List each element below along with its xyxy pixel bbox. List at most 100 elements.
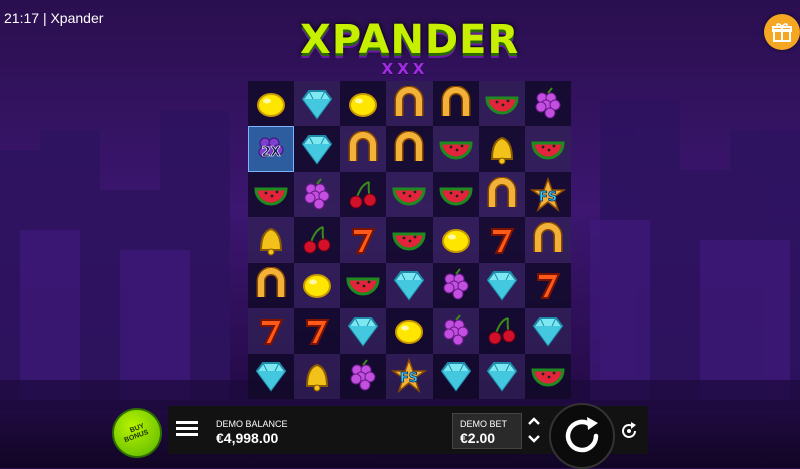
diamond-symbol-icon (486, 271, 518, 302)
watermelon-symbol-icon (485, 96, 519, 115)
autoplay-button[interactable] (616, 418, 642, 444)
reel-grid: 2X FS FS (248, 81, 571, 399)
reel-cell (294, 262, 341, 309)
bet-decrease-button[interactable] (528, 435, 540, 443)
reel-cell (248, 171, 295, 218)
reel-cell (294, 308, 341, 354)
reel-cell (340, 126, 387, 172)
grapes-symbol-icon (350, 359, 376, 391)
grapes-2x-symbol-icon: 2X (258, 137, 284, 160)
svg-text:FS: FS (400, 371, 418, 386)
cherry-symbol-icon (488, 316, 516, 345)
reel-cell (386, 81, 433, 127)
lemon-symbol-icon (349, 92, 378, 117)
menu-button[interactable] (176, 418, 198, 440)
game-title: Xpander (50, 10, 104, 26)
reel-cell (524, 81, 571, 127)
grapes-symbol-icon (535, 87, 561, 119)
diamond-symbol-icon (440, 362, 471, 392)
diamond-symbol-icon (301, 89, 333, 120)
svg-text:FS: FS (539, 190, 557, 205)
lemon-symbol-icon (395, 319, 424, 344)
reel-cell (478, 308, 525, 354)
watermelon-symbol-icon (346, 277, 380, 296)
reel-cell (432, 81, 479, 127)
diamond-symbol-icon (301, 135, 333, 165)
reel-cell (432, 262, 479, 309)
reel-cell (248, 308, 295, 354)
seven-symbol-icon (536, 273, 561, 300)
bell-symbol-icon (260, 227, 283, 256)
reel-cell (432, 308, 479, 354)
reel-cell (478, 353, 525, 399)
reel-cell (432, 171, 479, 218)
reel-cell (432, 353, 479, 399)
reel-cell (386, 217, 433, 263)
gift-button[interactable] (764, 14, 800, 50)
reel-cell (340, 308, 387, 354)
gift-icon (772, 23, 792, 42)
reel-cell (248, 353, 295, 399)
reel-cell (524, 126, 571, 172)
reel-cell (340, 217, 387, 263)
horseshoe-symbol-icon (533, 221, 563, 252)
logo-sub: XXX (381, 60, 429, 78)
horseshoe-symbol-icon (256, 267, 286, 298)
spin-icon (565, 417, 599, 453)
reel-cell (340, 81, 387, 127)
reel-cell (386, 171, 433, 218)
reel-cell (524, 308, 571, 354)
reel-cell (294, 217, 341, 263)
reel-cell: FS (386, 353, 433, 399)
reel-cell (524, 217, 571, 263)
reel-cell (294, 171, 341, 218)
chevron-up-icon (528, 417, 540, 425)
cherry-symbol-icon (349, 180, 377, 209)
lemon-symbol-icon (441, 228, 470, 253)
watermelon-symbol-icon (254, 187, 288, 205)
reel-cell (294, 353, 341, 399)
separator: | (42, 10, 47, 26)
reel-cell (386, 308, 433, 354)
reel-cell (294, 126, 341, 172)
bonus-label: BONUS (123, 428, 150, 445)
horseshoe-symbol-icon (394, 131, 424, 162)
bet-adjust (528, 417, 540, 443)
fs-scatter-symbol-icon: FS (391, 358, 428, 394)
horseshoe-symbol-icon (487, 176, 517, 207)
reel-cell (248, 81, 295, 127)
balance-label: DEMO BALANCE (216, 419, 288, 429)
clock-time: 21:17 (4, 10, 40, 26)
menu-icon (176, 421, 198, 436)
watermelon-symbol-icon (439, 141, 473, 160)
lemon-symbol-icon (303, 274, 332, 299)
bell-symbol-icon (490, 137, 513, 165)
spin-button[interactable] (549, 403, 615, 469)
grapes-symbol-icon (304, 177, 330, 210)
diamond-symbol-icon (486, 362, 518, 392)
buy-bonus-button[interactable]: BUY BONUS (112, 408, 162, 458)
seven-symbol-icon (352, 227, 376, 254)
watermelon-symbol-icon (392, 187, 426, 205)
seven-symbol-icon (490, 227, 515, 254)
game-logo: XPANDER XXX (300, 18, 518, 78)
reel-cell (478, 217, 525, 263)
diamond-symbol-icon (532, 316, 564, 347)
reel-cell (340, 262, 387, 309)
fs-scatter-symbol-icon: FS (529, 176, 566, 212)
lemon-symbol-icon (257, 92, 286, 117)
reel-cell (386, 262, 433, 309)
bell-symbol-icon (306, 364, 329, 392)
horseshoe-symbol-icon (394, 85, 424, 116)
chevron-down-icon (528, 435, 540, 443)
grapes-symbol-icon (443, 314, 469, 346)
reel-cell (524, 262, 571, 309)
balance-value: €4,998.00 (216, 430, 279, 446)
diamond-symbol-icon (255, 362, 287, 392)
reel-cell (478, 262, 525, 309)
bet-value: €2.00 (460, 430, 496, 446)
diamond-symbol-icon (348, 316, 379, 347)
svg-text:2X: 2X (262, 145, 281, 160)
autoplay-icon (622, 422, 636, 438)
bet-increase-button[interactable] (528, 417, 540, 425)
